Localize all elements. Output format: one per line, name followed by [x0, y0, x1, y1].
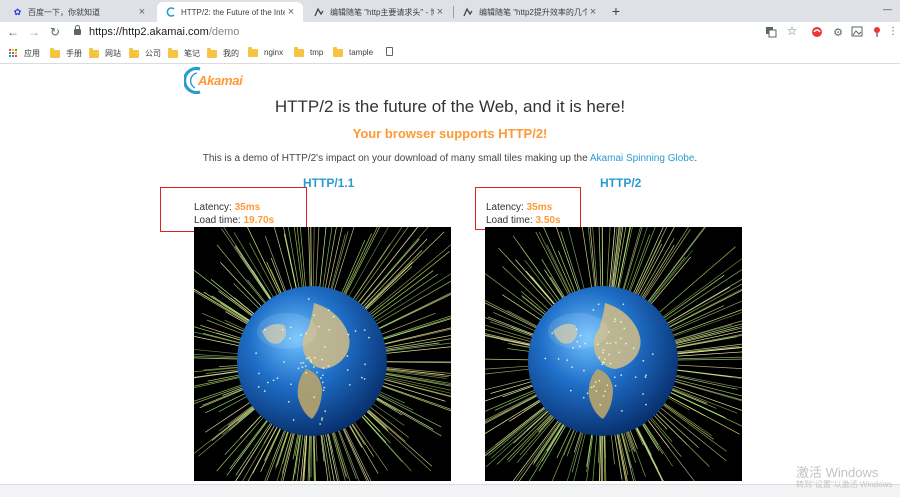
bookmarks-bar: 应用 手册 网站 公司 笔记 我的 nginx tmp tample: [0, 42, 900, 64]
folder-icon: [129, 47, 139, 58]
tab-cnblogs-edit-1[interactable]: 编辑随笔 "http主要请求头" - 博 ×: [306, 2, 452, 22]
apps-grid-icon: [9, 49, 18, 58]
folder-icon: [333, 46, 343, 57]
folder-icon: [89, 47, 99, 58]
close-icon[interactable]: ×: [434, 6, 446, 18]
page-content: Akamai HTTP/2 is the future of the Web, …: [0, 64, 900, 484]
bookmark-folder-nginx[interactable]: nginx: [248, 46, 284, 57]
bookmark-folder-sites[interactable]: 网站: [89, 47, 121, 59]
description-suffix: .: [694, 153, 698, 164]
bookmark-label: tmp: [310, 48, 324, 57]
spinning-globe-link[interactable]: Akamai Spinning Globe: [590, 153, 695, 164]
bookmark-apps[interactable]: 应用: [9, 48, 40, 59]
bookmark-label: 我的: [223, 49, 239, 58]
close-icon[interactable]: ×: [136, 6, 148, 18]
folder-icon: [168, 47, 178, 58]
url-host: https://http2.akamai.com: [89, 26, 209, 38]
extension-gear-icon[interactable]: ⚙: [831, 26, 845, 39]
extension-pin-icon[interactable]: [870, 26, 884, 41]
back-arrow-icon[interactable]: ←: [6, 25, 20, 39]
baidu-paw-icon: ✿: [13, 6, 22, 17]
browser-toolbar: ← → ↻ https://http2.akamai.com/demo ☆ ⚙ …: [0, 22, 900, 42]
bookmark-folder-tample[interactable]: tample: [333, 46, 374, 57]
lock-icon[interactable]: [74, 25, 81, 35]
tab-akamai-http2[interactable]: HTTP/2: the Future of the Inte ×: [157, 2, 303, 22]
close-icon[interactable]: ×: [285, 6, 297, 18]
bookmark-folder-mine[interactable]: 我的: [207, 47, 239, 59]
tab-cnblogs-edit-2[interactable]: 编辑随笔 "http2提升效率的几个 ×: [455, 2, 605, 22]
forward-arrow-icon[interactable]: →: [27, 25, 41, 39]
http2-column-title: HTTP/2: [600, 176, 642, 190]
bookmark-folder-manual[interactable]: 手册: [50, 47, 82, 59]
bookmark-label: 笔记: [184, 49, 200, 58]
page-headline: HTTP/2 is the future of the Web, and it …: [274, 97, 626, 116]
bookmark-label: 公司: [145, 49, 161, 58]
http1-globe-image: [194, 227, 451, 481]
cnblogs-icon: [463, 7, 474, 18]
bookmark-page-icon[interactable]: [386, 47, 393, 56]
akamai-logo-text: Akamai: [198, 73, 243, 88]
bookmark-label: 应用: [24, 49, 40, 58]
http1-latency: Latency: 35ms: [194, 202, 261, 213]
description-text: This is a demo of HTTP/2's impact on you…: [202, 153, 590, 164]
bookmark-folder-notes[interactable]: 笔记: [168, 47, 200, 59]
akamai-favicon-icon: [165, 7, 176, 18]
folder-icon: [294, 46, 304, 57]
tab-title: 编辑随笔 "http2提升效率的几个: [479, 7, 587, 17]
tab-separator: [453, 6, 454, 18]
folder-icon: [207, 47, 217, 58]
star-bookmark-icon[interactable]: ☆: [785, 24, 799, 38]
tab-baidu[interactable]: ✿ 百度一下，你就知道 ×: [4, 2, 154, 22]
bookmark-label: nginx: [264, 48, 284, 57]
tab-title: 百度一下，你就知道: [28, 7, 100, 17]
folder-icon: [50, 47, 60, 58]
http1-load-time: Load time: 19.70s: [194, 215, 275, 226]
bookmark-label: 网站: [105, 49, 121, 58]
http1-column-title: HTTP/1.1: [303, 176, 355, 190]
status-bar: [0, 484, 900, 497]
translate-icon[interactable]: [764, 26, 778, 41]
demo-description: This is a demo of HTTP/2's impact on you…: [0, 153, 900, 164]
http2-globe-image: [485, 227, 742, 481]
bookmark-label: tample: [349, 48, 374, 57]
address-bar[interactable]: https://http2.akamai.com/demo: [89, 26, 239, 38]
tab-title: 编辑随笔 "http主要请求头" - 博: [330, 7, 434, 17]
bookmark-label: 手册: [66, 49, 82, 58]
http2-latency: Latency: 35ms: [486, 202, 553, 213]
folder-icon: [248, 46, 258, 57]
menu-dots-icon[interactable]: ⋮: [886, 26, 900, 37]
tab-title: HTTP/2: the Future of the Inte: [181, 7, 285, 17]
http1-stats: Latency: 35ms Load time: 19.70s: [194, 201, 274, 227]
http2-load-time: Load time: 3.50s: [486, 215, 561, 226]
extension-image-icon[interactable]: [850, 26, 864, 40]
reload-icon[interactable]: ↻: [48, 25, 62, 39]
http2-support-message: Your browser supports HTTP/2!: [352, 126, 548, 141]
minimize-icon[interactable]: —: [883, 4, 892, 14]
close-icon[interactable]: ×: [587, 6, 599, 18]
new-tab-button[interactable]: +: [608, 3, 624, 19]
extension-red-icon[interactable]: [810, 26, 824, 41]
http2-stats: Latency: 35ms Load time: 3.50s: [486, 201, 561, 227]
bookmark-folder-tmp[interactable]: tmp: [294, 46, 324, 57]
bookmark-folder-company[interactable]: 公司: [129, 47, 161, 59]
cnblogs-icon: [314, 7, 325, 18]
tab-strip: ✿ 百度一下，你就知道 × HTTP/2: the Future of the …: [0, 0, 900, 22]
windows-activation-hint: 转到"设置"以激活 Windows: [796, 480, 893, 489]
url-path: /demo: [208, 26, 240, 38]
